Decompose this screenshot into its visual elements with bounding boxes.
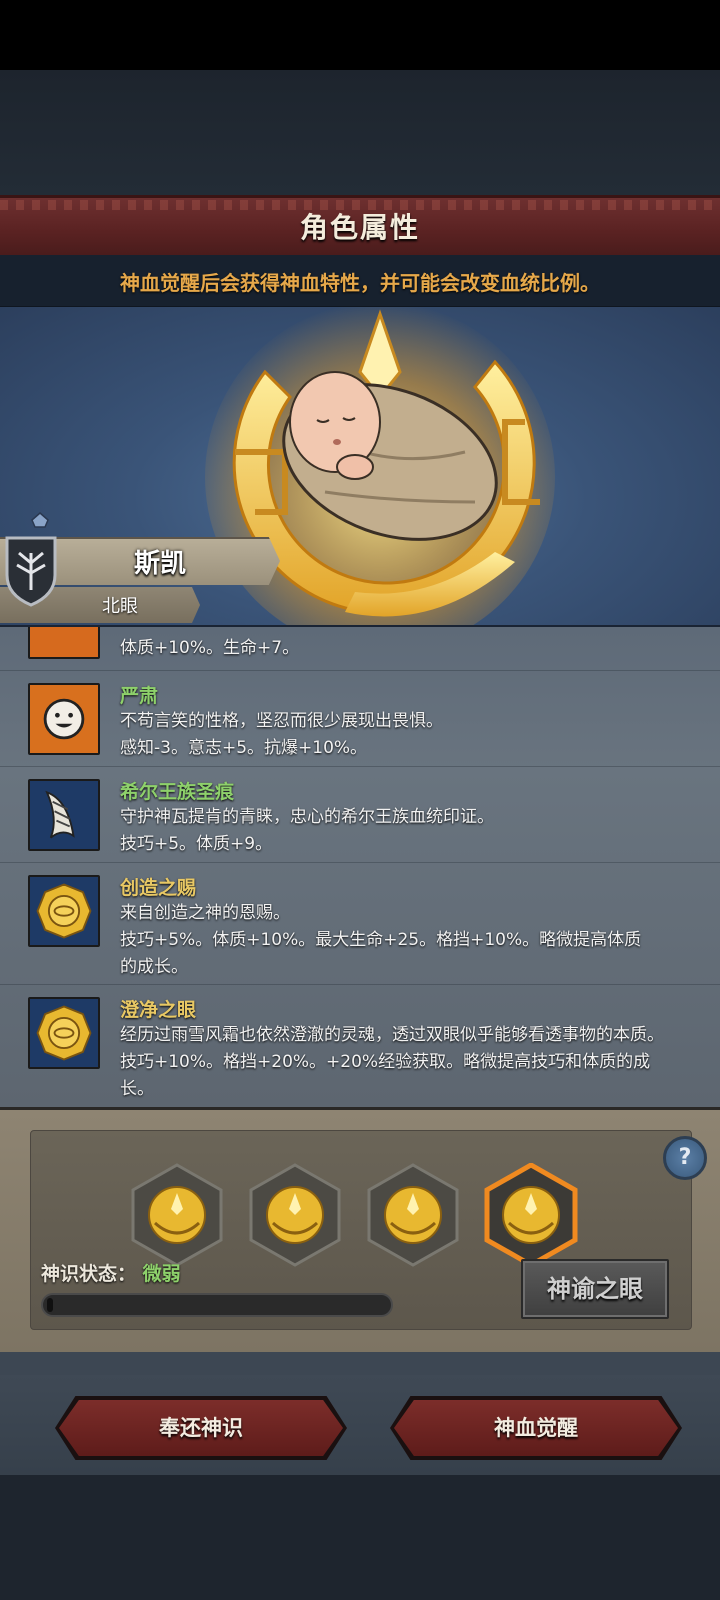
character-panel: 角色属性 神血觉醒后会获得神血特性，并可能会改变血统比例。 斯凯 北眼 体质+1… [0,195,720,1375]
trait-effects: 技巧+5。体质+9。 [120,834,273,854]
smiley-face-icon [28,683,100,755]
list-item: 澄净之眼 经历过雨雪风霜也依然澄澈的灵魂，透过双眼似乎能够看透事物的本质。 技巧… [0,985,720,1107]
top-background [0,70,720,195]
divine-status-label: 神识状态： [41,1263,137,1285]
list-item: 希尔王族圣痕 守护神瓦提肯的青睐，忠心的希尔王族血统印证。 技巧+5。体质+9。 [0,767,720,863]
awakening-slot-2[interactable] [247,1163,343,1267]
feather-claw-icon [28,779,100,851]
awakening-slot-3[interactable] [365,1163,461,1267]
divine-progress-bar [41,1293,393,1317]
trait-effects: 体质+10%。生命+7。 [120,638,300,658]
panel-footer [0,1352,720,1375]
trait-list[interactable]: 体质+10%。生命+7。 严肃 不苟言笑的性格，坚忍而很少展现出畏惧。 感知-3… [0,627,720,1107]
awakening-slot-1[interactable] [129,1163,225,1267]
divine-status: 神识状态： 微弱 [41,1259,181,1286]
trait-name: 严肃 [120,685,159,707]
blood-awakening-button[interactable]: 神血觉醒 [394,1400,678,1456]
trait-effects: 感知-3。意志+5。抗爆+10%。 [120,738,368,758]
trait-description: 守护神瓦提肯的青睐，忠心的希尔王族血统印证。 [120,807,494,827]
list-item: 创造之赐 来自创造之神的恩赐。 技巧+5%。体质+10%。最大生命+25。格挡+… [0,863,720,985]
trait-description: 经历过雨雪风霜也依然澄澈的灵魂，透过双眼似乎能够看透事物的本质。 [120,1025,664,1045]
eye-icon [28,627,100,659]
list-item: 严肃 不苟言笑的性格，坚忍而很少展现出畏惧。 感知-3。意志+5。抗爆+10%。 [0,671,720,767]
rank-up-icon [31,512,49,528]
trait-effects: 长。 [120,1079,154,1099]
divine-status-value: 微弱 [142,1263,181,1285]
status-bar [0,0,720,70]
trait-effects: 的成长。 [120,957,188,977]
trait-description: 来自创造之神的恩赐。 [120,903,290,923]
oracle-eye-button[interactable]: 神谕之眼 [521,1259,669,1319]
list-item: 体质+10%。生命+7。 [0,627,720,671]
page-title: 角色属性 [299,211,420,244]
golden-eye-icon [28,997,100,1069]
awakening-box: ? 神识状态： 微弱 神谕之眼 [30,1130,707,1330]
help-button[interactable]: ? [663,1136,707,1180]
awakening-area: ? 神识状态： 微弱 神谕之眼 [0,1107,720,1352]
title-bar: 角色属性 [0,195,720,255]
trait-name: 澄净之眼 [120,999,197,1021]
trait-name: 创造之赐 [120,877,197,899]
trait-description: 不苟言笑的性格，坚忍而很少展现出畏惧。 [120,711,443,731]
divine-progress-fill [47,1298,53,1312]
awakening-slot-4-selected[interactable] [483,1163,579,1267]
trait-effects: 技巧+10%。格挡+20%。+20%经验获取。略微提高技巧和体质的成 [120,1052,651,1072]
golden-eye-icon [28,875,100,947]
hint-bar: 神血觉醒后会获得神血特性，并可能会改变血统比例。 [0,255,720,307]
bottom-background [0,1475,720,1600]
trait-effects: 技巧+5%。体质+10%。最大生命+25。格挡+10%。略微提高体质 [120,930,642,950]
return-divine-sense-button[interactable]: 奉还神识 [59,1400,343,1456]
crest-shield-icon [5,536,57,607]
hint-text: 神血觉醒后会获得神血特性，并可能会改变血统比例。 [120,271,600,295]
trait-name: 希尔王族圣痕 [120,781,235,803]
